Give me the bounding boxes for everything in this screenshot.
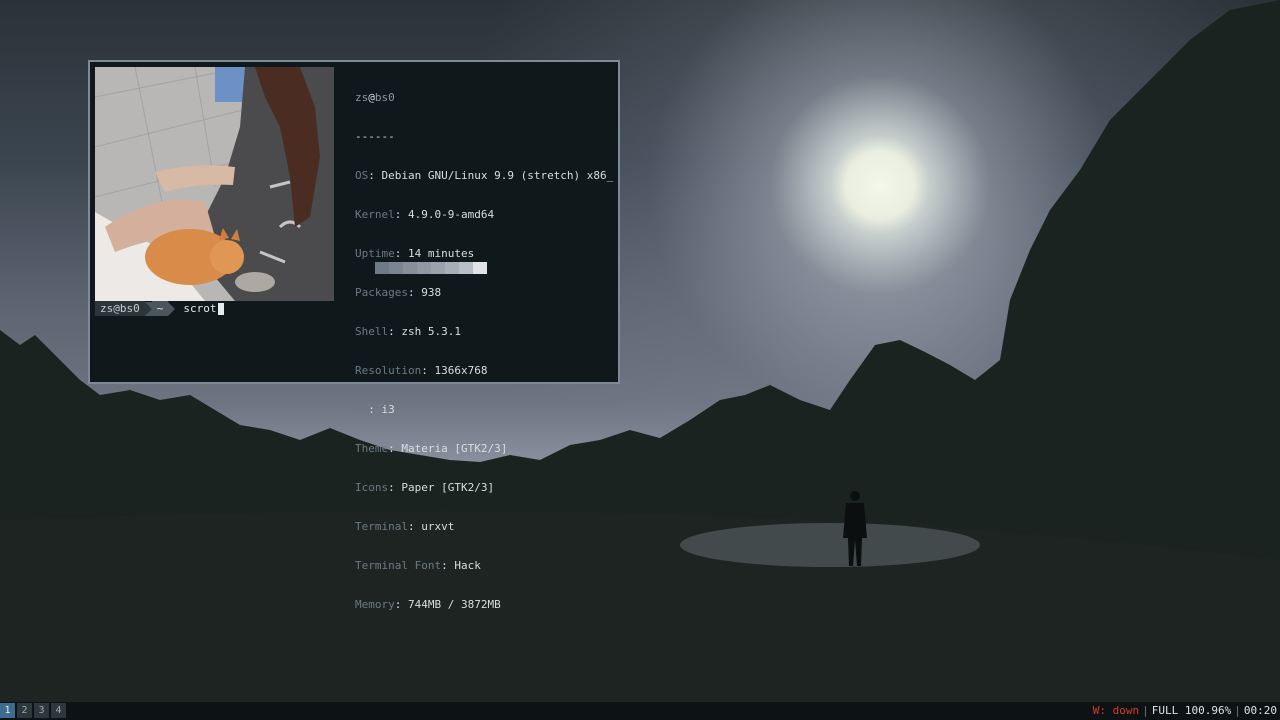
info-key: Terminal (355, 520, 408, 533)
info-colon: : (421, 364, 435, 377)
info-colon: : (388, 481, 402, 494)
workspace-button-2[interactable]: 2 (17, 703, 32, 718)
info-line-packages: Packages: 938 (355, 286, 615, 299)
info-key: Kernel (355, 208, 395, 221)
info-line-wm: WM: i3 (355, 403, 615, 416)
info-user: zs (355, 91, 369, 104)
info-colon: : (388, 325, 402, 338)
info-key: Icons (355, 481, 389, 494)
info-value: i3 (381, 403, 395, 416)
info-at: @ (368, 91, 375, 104)
info-colon: : (407, 520, 422, 533)
color-swatch (375, 262, 389, 274)
color-swatch (417, 262, 431, 274)
status-blocks: W: down | FULL 100.96% | 00:20 (1093, 702, 1277, 720)
workspace-button-3[interactable]: 3 (34, 703, 49, 718)
terminal-window[interactable]: zs@bs0 ------ OS: Debian GNU/Linux 9.9 (… (88, 60, 620, 611)
info-key: Terminal Font (355, 559, 442, 572)
prompt-dir: ~ (151, 301, 169, 316)
info-line-uptime: Uptime: 14 minutes (355, 247, 615, 260)
info-colon: : (394, 598, 408, 611)
color-swatch (445, 262, 459, 274)
info-colon: : (394, 247, 408, 260)
info-colon: : (368, 169, 382, 182)
color-swatches (375, 262, 487, 274)
color-swatch (389, 262, 403, 274)
info-value: Debian GNU/Linux 9.9 (stretch) x86_ (381, 169, 614, 182)
color-swatch (431, 262, 445, 274)
info-line-theme: Theme: Materia [GTK2/3] (355, 442, 615, 455)
info-value: 1366x768 (434, 364, 488, 377)
wifi-status: W: down (1092, 704, 1140, 717)
color-swatch (473, 262, 487, 274)
system-info-panel: zs@bs0 ------ OS: Debian GNU/Linux 9.9 (… (355, 65, 615, 637)
info-key: OS (355, 169, 369, 182)
workspace-switcher: 1 2 3 4 (0, 703, 68, 718)
info-line-memory: Memory: 744MB / 3872MB (355, 598, 615, 611)
i3-status-bar: 1 2 3 4 W: down | FULL 100.96% | 00:20 (0, 702, 1280, 720)
clock: 00:20 (1243, 704, 1277, 717)
info-key: Theme (355, 442, 389, 455)
info-value: 14 minutes (408, 247, 475, 260)
info-line-os: OS: Debian GNU/Linux 9.9 (stretch) x86_ (355, 169, 615, 182)
info-key: WM (355, 403, 369, 416)
info-line-icons: Icons: Paper [GTK2/3] (355, 481, 615, 494)
prompt-user-host: zs@bs0 (95, 301, 145, 316)
info-host: bs0 (374, 91, 395, 104)
prompt-arrow-icon (144, 301, 152, 316)
info-value: Materia [GTK2/3] (401, 442, 508, 455)
color-swatch (403, 262, 417, 274)
color-swatch (459, 262, 473, 274)
info-separator: ------ (355, 130, 395, 143)
neofetch-image (95, 67, 334, 301)
info-colon: : (388, 442, 402, 455)
info-key: Resolution (355, 364, 422, 377)
command-text: scrot (183, 302, 217, 315)
battery-status: FULL 100.96% (1151, 704, 1232, 717)
info-colon: : (368, 403, 382, 416)
info-colon: : (441, 559, 455, 572)
info-line-kernel: Kernel: 4.9.0-9-amd64 (355, 208, 615, 221)
status-separator: | (1142, 704, 1149, 717)
info-value: 744MB / 3872MB (408, 598, 501, 611)
workspace-button-4[interactable]: 4 (51, 703, 66, 718)
prompt-arrow-icon (168, 301, 176, 316)
info-line-terminal-font: Terminal Font: Hack (355, 559, 615, 572)
info-line-resolution: Resolution: 1366x768 (355, 364, 615, 377)
user-host-line: zs@bs0 (355, 91, 615, 104)
info-key: Memory (355, 598, 395, 611)
info-value: 4.9.0-9-amd64 (408, 208, 495, 221)
info-value: zsh 5.3.1 (401, 325, 461, 338)
info-value: urxvt (421, 520, 455, 533)
info-key: Packages (355, 286, 408, 299)
info-line-terminal: Terminal: urxvt (355, 520, 615, 533)
status-separator: | (1234, 704, 1241, 717)
info-key: Uptime (355, 247, 395, 260)
shell-prompt[interactable]: zs@bs0 ~ scrot (95, 301, 224, 316)
info-value: Hack (454, 559, 481, 572)
workspace-button-1[interactable]: 1 (0, 703, 15, 718)
info-key: Shell (355, 325, 389, 338)
info-value: Paper [GTK2/3] (401, 481, 495, 494)
prompt-command[interactable]: scrot (175, 301, 224, 316)
info-value: 938 (421, 286, 442, 299)
info-colon: : (394, 208, 408, 221)
info-colon: : (407, 286, 422, 299)
text-cursor (217, 302, 224, 315)
info-line-shell: Shell: zsh 5.3.1 (355, 325, 615, 338)
desktop-wallpaper: zs@bs0 ------ OS: Debian GNU/Linux 9.9 (… (0, 0, 1280, 702)
